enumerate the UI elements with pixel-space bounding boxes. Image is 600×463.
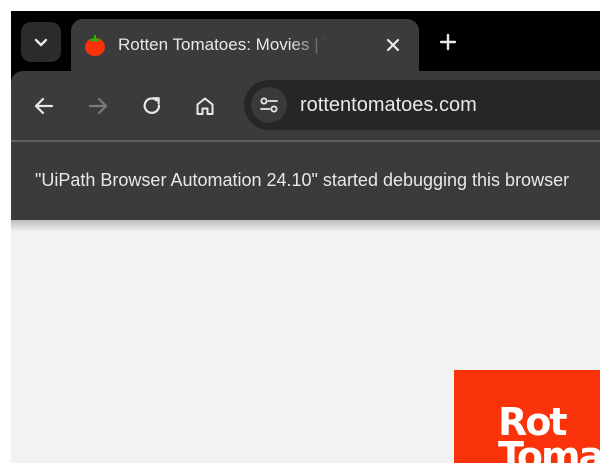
home-button[interactable] xyxy=(191,92,219,120)
tune-icon xyxy=(260,97,278,113)
infobar-message: "UiPath Browser Automation 24.10" starte… xyxy=(35,170,570,190)
debugging-infobar: "UiPath Browser Automation 24.10" starte… xyxy=(11,142,600,220)
site-info-button[interactable] xyxy=(251,87,287,123)
address-bar[interactable]: rottentomatoes.com xyxy=(244,80,600,130)
back-button[interactable] xyxy=(30,92,58,120)
close-icon xyxy=(386,38,400,52)
arrow-right-icon xyxy=(88,97,108,115)
home-icon xyxy=(196,97,214,115)
forward-button[interactable] xyxy=(84,92,112,120)
chevron-down-icon xyxy=(34,38,48,47)
url-text[interactable]: rottentomatoes.com xyxy=(300,91,477,119)
tab-rotten-tomatoes[interactable]: Rotten Tomatoes: Movies | TV Shows, Movi… xyxy=(71,19,419,71)
tab-close-button[interactable] xyxy=(381,33,405,57)
tab-title: Rotten Tomatoes: Movies | TV Shows, Movi… xyxy=(118,35,328,54)
reload-icon xyxy=(143,97,161,114)
plus-icon xyxy=(439,33,457,51)
tomato-icon xyxy=(85,35,105,56)
reload-button[interactable] xyxy=(138,92,166,120)
browser-window: Rotten Tomatoes: Movies | TV Shows, Movi… xyxy=(11,11,600,463)
infobar-shadow xyxy=(11,220,600,232)
logo-text: Rot Tomat xyxy=(498,403,600,463)
page-content: Rot Tomat xyxy=(11,220,600,463)
rotten-tomatoes-logo[interactable]: Rot Tomat xyxy=(454,370,600,463)
arrow-left-icon xyxy=(34,97,54,115)
new-tab-button[interactable] xyxy=(434,28,462,56)
tab-search-button[interactable] xyxy=(21,22,61,62)
logo-text-line2: Tomat xyxy=(498,434,600,463)
toolbar: rottentomatoes.com xyxy=(11,71,600,140)
